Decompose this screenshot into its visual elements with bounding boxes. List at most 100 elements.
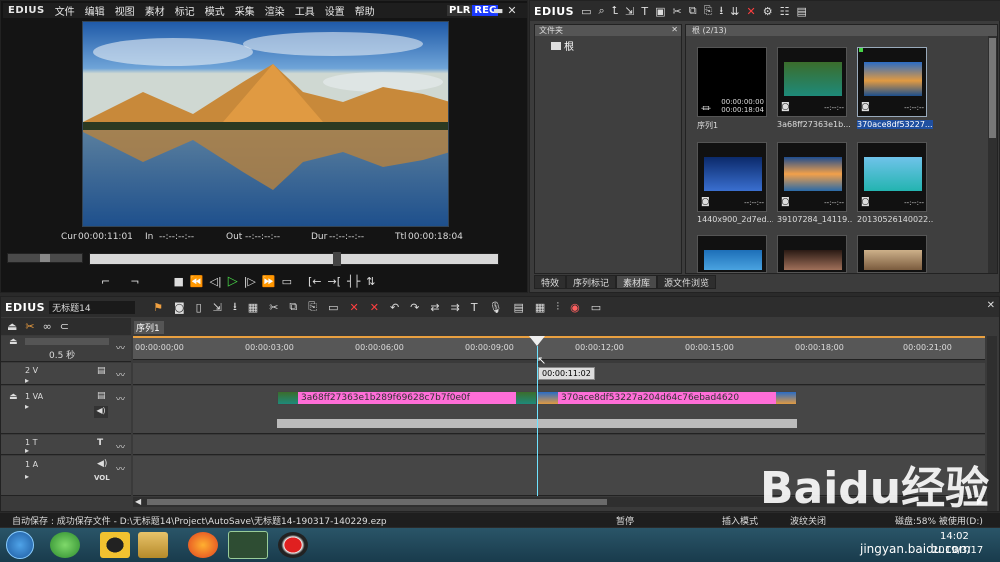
track-header-1a[interactable]: 1 A ▸ ◀) VOL 〰 (1, 456, 131, 496)
menu-edit[interactable]: 编辑 (80, 3, 110, 18)
menu-settings[interactable]: 设置 (320, 3, 350, 18)
loop-icon[interactable]: ▭ (282, 275, 292, 288)
track-header-2v[interactable]: 2 V ▸ ▤ 〰 (1, 363, 131, 385)
edius-taskbar-icon[interactable] (228, 531, 268, 559)
folder-icon[interactable]: ▭ (581, 5, 591, 18)
split-icon[interactable]: ┤├ (347, 275, 360, 288)
volume-label[interactable]: VOL (94, 474, 110, 482)
menu-clip[interactable]: 素材 (140, 3, 170, 18)
bin-item-image[interactable] (697, 235, 767, 273)
add-timeline-icon[interactable]: ⭳ (719, 2, 723, 21)
rewind-icon[interactable]: ⏪ (190, 275, 204, 288)
tab-bin[interactable]: 素材库 (616, 275, 658, 289)
overwrite-timeline-icon[interactable]: →[ (328, 275, 342, 288)
up-folder-icon[interactable]: ⮤ (612, 4, 619, 18)
360-browser-icon[interactable] (50, 532, 80, 558)
import-icon[interactable]: ⇲ (625, 5, 634, 18)
cut-icon[interactable]: ✂ (673, 5, 682, 18)
timeline-clip-2[interactable]: 370ace8df53227a204d64c76ebad4620 (537, 391, 797, 405)
view-mode-icon[interactable]: ☷ (780, 5, 790, 18)
qq-icon[interactable] (100, 532, 130, 558)
sync-lock-icon[interactable]: ∞ (43, 320, 52, 333)
export-icon[interactable]: ⭳ (233, 298, 237, 317)
video-mute-icon[interactable]: ▤ (97, 366, 106, 376)
cut-icon[interactable]: ✂ (269, 301, 278, 314)
add-cut-icon[interactable]: ⇄ (430, 301, 439, 314)
group-icon[interactable]: ⊂ (60, 320, 69, 333)
folder-pane-close-icon[interactable]: ✕ (671, 25, 678, 34)
audio-mixer-icon[interactable]: ⫶ (556, 300, 559, 314)
bin-item-image[interactable]: ◙ --:--:-- (697, 142, 767, 212)
expand-icon[interactable]: ⏏ (9, 337, 18, 347)
open-icon[interactable]: ⇲ (213, 301, 222, 314)
expand-track-icon[interactable]: ▸ (25, 402, 29, 411)
paste-icon[interactable]: ⎘ (308, 300, 317, 314)
layout-icon[interactable]: ▭ (591, 301, 601, 314)
properties-icon[interactable]: ⚙ (763, 5, 773, 18)
wave-icon[interactable]: 〰 (116, 341, 125, 354)
file-explorer-icon[interactable] (138, 532, 168, 558)
title-icon[interactable]: T (471, 301, 478, 314)
speaker-icon[interactable]: ◀) (97, 459, 107, 469)
tab-sequence-markers[interactable]: 序列标记 (566, 275, 617, 289)
menu-file[interactable]: 文件 (50, 3, 80, 18)
replace-icon[interactable]: ▭ (328, 301, 338, 314)
search-icon[interactable]: ⌕ (599, 4, 605, 18)
new-icon[interactable]: ▯ (196, 301, 202, 314)
play-icon[interactable]: ▷ (228, 274, 238, 289)
title-track-icon[interactable]: T (97, 438, 103, 448)
undo-icon[interactable]: ↶ (390, 301, 399, 314)
track-header-1t[interactable]: 1 T ▸ T 〰 (1, 435, 131, 455)
capture-icon[interactable]: ▣ (655, 5, 665, 18)
timeline-clip-1[interactable]: 3a68ff27363e1b289f69628c7b7f0e0f (277, 391, 537, 405)
redo-icon[interactable]: ↷ (410, 301, 419, 314)
delete-icon[interactable]: ✕ (747, 5, 756, 18)
snapshot-icon[interactable]: ◙ (174, 301, 185, 314)
plr-rec-toggle[interactable]: PLR REC (447, 5, 499, 16)
bin-item-image[interactable] (777, 235, 847, 273)
sequence-tab[interactable]: 序列1 (134, 321, 164, 334)
bin-menu-icon[interactable]: ▤ (796, 5, 806, 18)
title-icon[interactable]: T (641, 5, 648, 18)
clip-pane-scrollbar[interactable] (988, 36, 997, 273)
start-button[interactable] (6, 531, 34, 559)
insert-timeline-icon[interactable]: [← (308, 275, 322, 288)
menu-capture[interactable]: 采集 (230, 3, 260, 18)
render-icon[interactable]: ◉ (570, 301, 580, 314)
menu-marker[interactable]: 标记 (170, 3, 200, 18)
expand-track-icon[interactable]: ▸ (25, 376, 29, 385)
bin-item-image[interactable] (857, 235, 927, 273)
copy-icon[interactable]: ⧉ (689, 4, 697, 18)
step-forward-icon[interactable]: |▷ (244, 275, 256, 288)
sync-icon[interactable]: ⏏ (9, 392, 18, 402)
audio-mute-icon[interactable]: ◀) (94, 406, 108, 418)
scroll-left-icon[interactable]: ◀ (135, 497, 141, 506)
timeline-close-icon[interactable]: ✕ (987, 300, 995, 311)
bin-item-sequence[interactable]: ⏛ 00:00:00:00 00:00:18:04 (697, 47, 767, 117)
shuttle-handle[interactable] (40, 254, 50, 262)
wave-icon[interactable]: 〰 (116, 368, 125, 381)
position-slider[interactable] (89, 252, 499, 266)
close-icon[interactable]: ✕ (507, 4, 516, 17)
step-back-icon[interactable]: ◁| (210, 275, 222, 288)
position-handle[interactable] (333, 252, 341, 266)
paste-icon[interactable]: ⎘ (704, 4, 713, 18)
ripple-delete-icon[interactable]: ✕ (370, 301, 379, 314)
bin-item-image-selected[interactable]: ◙ --:--:-- (857, 47, 927, 117)
shuttle-slider[interactable] (7, 253, 83, 263)
menu-help[interactable]: 帮助 (350, 3, 380, 18)
bin-item-image[interactable]: ◙ --:--:-- (857, 142, 927, 212)
plr-button[interactable]: PLR (447, 5, 473, 16)
wave-icon[interactable]: 〰 (116, 392, 125, 405)
expand-track-icon[interactable]: ▸ (25, 472, 29, 481)
output-icon[interactable]: ⇅ (366, 275, 375, 288)
set-in-icon[interactable]: ⌐ (101, 275, 110, 288)
time-ruler[interactable]: 00:00:00;00 00:00:03;00 00:00:06;00 00:0… (133, 336, 985, 360)
track-mode-icon[interactable]: ⏏ (7, 320, 17, 333)
save-icon[interactable]: ▦ (248, 301, 258, 314)
clip-pane-scroll-thumb[interactable] (989, 38, 996, 138)
menu-view[interactable]: 视图 (110, 3, 140, 18)
video-mute-icon[interactable]: ▤ (97, 391, 106, 401)
firefox-icon[interactable] (188, 532, 218, 558)
copy-icon[interactable]: ⧉ (289, 300, 297, 314)
